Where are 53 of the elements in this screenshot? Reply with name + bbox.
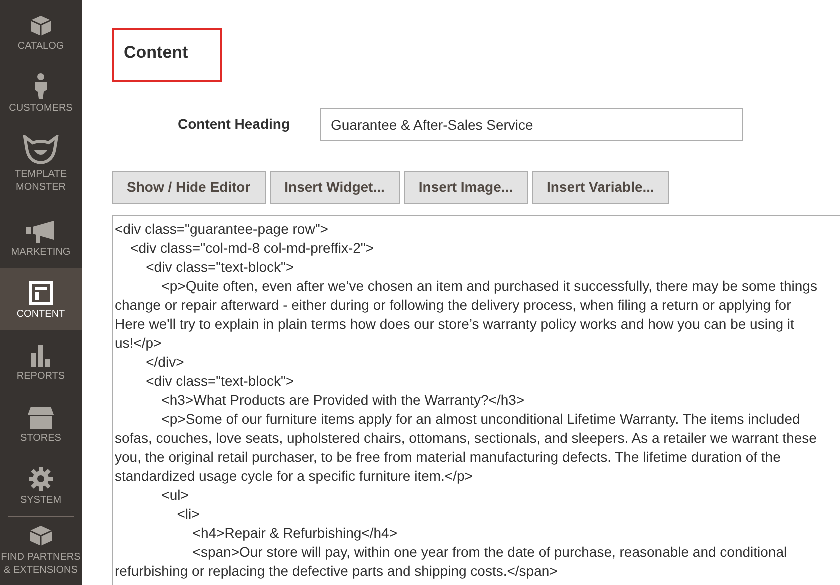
- nav-item[interactable]: TEMPLATE MONSTER: [0, 124, 82, 206]
- code-line: <div class="guarantee-page row">: [115, 220, 328, 239]
- nav-label: CATALOG: [16, 40, 66, 53]
- nav-label: CONTENT: [16, 308, 66, 321]
- nav-item[interactable]: FIND PARTNERS & EXTENSIONS: [0, 517, 82, 579]
- editor-button[interactable]: Show / Hide Editor: [112, 171, 266, 204]
- nav-label: SYSTEM: [19, 494, 63, 507]
- editor-button[interactable]: Insert Image...: [404, 171, 528, 204]
- code-line: <h4>Repair & Refurbishing</h4>: [192, 524, 398, 543]
- content-heading-field[interactable]: Guarantee & After-Sales Service: [320, 108, 743, 141]
- code-editor[interactable]: [112, 215, 840, 585]
- megaphone-icon: [26, 221, 56, 243]
- code-line: standardized usage cycle for a specific furniture item.</p>: [115, 467, 473, 486]
- nav-item[interactable]: CATALOG: [0, 0, 82, 62]
- nav-label: MARKETING: [10, 246, 72, 259]
- section-title: Content: [124, 42, 190, 64]
- layout-icon: [29, 281, 53, 305]
- code-line: <span>Our store will pay, within one year from the date of purchase, reasonable and conditional: [192, 543, 788, 562]
- code-line: </div>: [145, 353, 184, 372]
- nav-label: REPORTS: [16, 370, 66, 383]
- nav-label: STORES: [20, 432, 62, 445]
- code-line: you, the original retail purchaser, to be free from material manufacturing defects. The lifetime duration of the: [115, 448, 781, 467]
- nav-item[interactable]: CONTENT: [0, 268, 82, 330]
- nav-item[interactable]: SYSTEM: [0, 454, 82, 516]
- code-line: us!</p>: [115, 334, 162, 353]
- nav-item[interactable]: MARKETING: [0, 206, 82, 268]
- code-line: <li>: [176, 505, 200, 524]
- field-label: Content Heading: [177, 115, 291, 134]
- code-line: <div class="text-block">: [145, 372, 294, 391]
- editor-button[interactable]: Insert Variable...: [532, 171, 670, 204]
- bar-chart-icon: [31, 345, 51, 367]
- code-line: <ul>: [160, 486, 189, 505]
- nav-label: FIND PARTNERS & EXTENSIONS: [0, 550, 82, 576]
- person-icon: [34, 73, 48, 99]
- nav-label: TEMPLATE MONSTER: [14, 168, 68, 194]
- nav-label: CUSTOMERS: [8, 102, 74, 115]
- blocks-icon: [29, 524, 53, 548]
- nav-item[interactable]: CUSTOMERS: [0, 62, 82, 124]
- editor-button[interactable]: Insert Widget...: [270, 171, 400, 204]
- nav-item[interactable]: STORES: [0, 392, 82, 454]
- code-line: change or repair afterward - either during or following the delivery process, when filing a return or applying for: [115, 296, 792, 315]
- code-line: <div class="text-block">: [145, 258, 294, 277]
- code-line: <p>Quite often, even after we’ve chosen an item and purchased it successfully, there may be some things: [160, 277, 818, 296]
- code-line: Here we'll try to explain in plain terms how does our store’s warranty policy works and how you can be using it: [115, 315, 794, 334]
- store-icon: [28, 407, 54, 429]
- monster-icon: [23, 134, 59, 164]
- code-line: sofas, couches, love seats, upholstered chairs, ottomans, sectionals, and sleepers. As a retailer we warrant these: [115, 429, 817, 448]
- code-line: refurbishing or replacing the defective parts and shipping costs.</span>: [115, 562, 558, 581]
- code-line: <h3>What Products are Provided with the Warranty?</h3>: [160, 391, 525, 410]
- code-line: <p>Some of our furniture items apply for an almost unconditional Lifetime Warranty. The items included: [160, 410, 800, 429]
- box-icon: [30, 15, 52, 37]
- code-line: <div class="col-md-8 col-md-preffix-2">: [130, 239, 374, 258]
- nav-item[interactable]: REPORTS: [0, 330, 82, 392]
